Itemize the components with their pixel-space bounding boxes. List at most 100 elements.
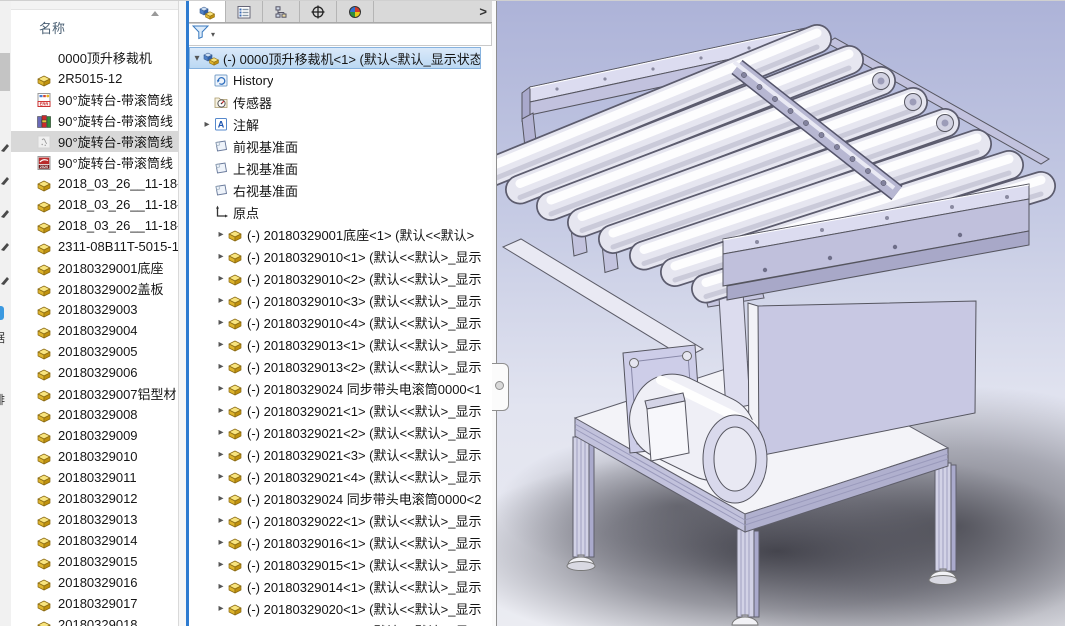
file-row[interactable]: 20180329012 (11, 488, 178, 509)
file-row[interactable]: 20180329008 (11, 404, 178, 425)
file-row[interactable]: 2018_03_26__11-18-07- (11, 173, 178, 194)
tree-row[interactable]: ▸ (-) 20180329001底座<1> (默认<<默认> (189, 223, 481, 245)
tree-row[interactable]: ▸ (-) 20180329020<1> (默认<<默认>_显示 (189, 597, 481, 619)
tree-row[interactable]: ▸ (-) 20180329010<4> (默认<<默认>_显示 (189, 311, 481, 333)
tree-row[interactable]: 上视基准面 (189, 157, 481, 179)
tree-row[interactable]: 原点 (189, 201, 481, 223)
tree-row[interactable]: ▸ (-) 20180329021<4> (默认<<默认>_显示 (189, 465, 481, 487)
part-file-icon (36, 575, 52, 591)
tree-row-label: (-) 20180329013<1> (默认<<默认>_显示 (247, 337, 481, 353)
collapsed-expander-icon[interactable]: ▸ (215, 603, 227, 614)
file-row[interactable]: 20180329014 (11, 530, 178, 551)
file-row[interactable]: 2020 90°旋转台-带滚筒线 (11, 152, 178, 173)
collapsed-expander-icon[interactable]: ▸ (215, 537, 227, 548)
blank-file-icon (36, 50, 52, 66)
file-row[interactable]: 20180329009 (11, 425, 178, 446)
collapsed-expander-icon[interactable]: ▸ (215, 427, 227, 438)
tree-row[interactable]: ▸ A 注解 (189, 113, 481, 135)
file-row[interactable]: 2311-08B11T-5015-12- (11, 236, 178, 257)
featuremanager-tab[interactable] (189, 1, 226, 22)
file-row[interactable]: 2R5015-12 (11, 68, 178, 89)
file-row[interactable]: 20180329003 (11, 299, 178, 320)
collapsed-expander-icon[interactable]: ▸ (215, 581, 227, 592)
tree-row-label: (-) 20180329016<1> (默认<<默认>_显示 (247, 535, 481, 551)
configurationmanager-tab-icon (273, 4, 289, 20)
file-row[interactable]: ERR 90°旋转台-带滚筒线 (11, 89, 178, 110)
tree-row[interactable]: 传感器 (189, 91, 481, 113)
file-row[interactable]: 20180329013 (11, 509, 178, 530)
file-row[interactable]: 0000顶升移裁机 (11, 47, 178, 68)
panel-collapse-handle[interactable] (492, 363, 509, 411)
collapsed-expander-icon[interactable]: ▸ (215, 229, 227, 240)
collapsed-expander-icon[interactable]: ▸ (215, 493, 227, 504)
collapsed-expander-icon[interactable]: ▸ (201, 119, 213, 130)
tree-row[interactable]: ▸ (-) 20180329021<2> (默认<<默认>_显示 (189, 421, 481, 443)
file-list-header[interactable]: 名称 (11, 9, 178, 43)
viewport-3d[interactable] (497, 1, 1065, 626)
tree-row[interactable]: ▸ (-) 20180329024 同步带头电滚筒0000<2 (189, 487, 481, 509)
file-row[interactable]: 20180329007铝型材 (11, 383, 178, 404)
collapsed-expander-icon[interactable]: ▸ (215, 383, 227, 394)
tree-row[interactable]: 右视基准面 (189, 179, 481, 201)
propertymanager-tab[interactable] (226, 1, 263, 22)
tree-row[interactable]: ▸ (-) 20180329013<1> (默认<<默认>_显示 (189, 333, 481, 355)
file-row[interactable]: 20180329015 (11, 551, 178, 572)
file-row[interactable]: 90°旋转台-带滚筒线 (11, 110, 178, 131)
tree-row[interactable]: ▸ (-) 20180329021<3> (默认<<默认>_显示 (189, 443, 481, 465)
tree-row[interactable]: ▸ (-) 20180329010<2> (默认<<默认>_显示 (189, 267, 481, 289)
file-row[interactable]: 20180329010 (11, 446, 178, 467)
file-row[interactable]: 20180329017 (11, 593, 178, 614)
tree-row[interactable]: ▸ (-) 20180329014<1> (默认<<默认>_显示 (189, 575, 481, 597)
file-row[interactable]: 90°旋转台-带滚筒线 (11, 131, 178, 152)
tree-row-label: (-) 20180329022<1> (默认<<默认>_显示 (247, 513, 481, 529)
collapsed-expander-icon[interactable]: ▸ (215, 449, 227, 460)
file-row[interactable]: 20180329001底座 (11, 257, 178, 278)
file-row[interactable]: 20180329016 (11, 572, 178, 593)
tree-row[interactable]: ▸ (-) 20180329021<1> (默认<<默认>_显示 (189, 399, 481, 421)
collapsed-expander-icon[interactable]: ▸ (215, 515, 227, 526)
tree-row[interactable]: ▸ (-) 20180329022<1> (默认<<默认>_显示 (189, 509, 481, 531)
configurationmanager-tab[interactable] (263, 1, 300, 22)
collapsed-expander-icon[interactable]: ▸ (215, 251, 227, 262)
tree-row[interactable]: 前视基准面 (189, 135, 481, 157)
file-row[interactable]: 20180329018 (11, 614, 178, 626)
tree-row[interactable]: ▾ (-) 0000顶升移裁机<1> (默认<默认_显示状态 (189, 47, 481, 69)
file-row[interactable]: 2018_03_26__11-18-07- (11, 215, 178, 236)
displaymanager-tab[interactable] (337, 1, 374, 22)
dimxpertmanager-tab[interactable] (300, 1, 337, 22)
collapsed-expander-icon[interactable]: ▸ (215, 405, 227, 416)
collapsed-expander-icon[interactable]: ▸ (215, 559, 227, 570)
collapsed-expander-icon[interactable]: ▸ (215, 471, 227, 482)
tree-row[interactable]: ▸ (-) 20180329010<3> (默认<<默认>_显示 (189, 289, 481, 311)
file-row[interactable]: 20180329004 (11, 320, 178, 341)
tree-row[interactable]: ▸ (-) 20180329010<1> (默认<<默认>_显示 (189, 245, 481, 267)
tree-row[interactable]: ▸ (-) 20180329020<2> (默认<<默认>_显 (189, 619, 481, 626)
tab-overflow-arrow[interactable]: > (479, 4, 487, 19)
collapsed-expander-icon[interactable]: ▸ (215, 295, 227, 306)
file-row-label: 90°旋转台-带滚筒线 (58, 156, 173, 171)
expanded-expander-icon[interactable]: ▾ (191, 53, 203, 64)
filter-dropdown-icon[interactable]: ▾ (211, 30, 215, 39)
collapsed-expander-icon[interactable]: ▸ (215, 273, 227, 284)
tree-filter-bar[interactable]: ▾ (189, 23, 492, 46)
tree-row-label: (-) 20180329015<1> (默认<<默认>_显示 (247, 557, 481, 573)
tree-row[interactable]: History (189, 69, 481, 91)
file-row[interactable]: 20180329005 (11, 341, 178, 362)
tree-row[interactable]: ▸ (-) 20180329024 同步带头电滚筒0000<1 (189, 377, 481, 399)
collapsed-expander-icon[interactable]: ▸ (215, 361, 227, 372)
file-row[interactable]: 2018_03_26__11-18-07- (11, 194, 178, 215)
pin-icon-fragment (1, 139, 10, 152)
filter-funnel-icon[interactable] (191, 24, 210, 45)
tree-row-label: (-) 20180329001底座<1> (默认<<默认> (247, 227, 475, 243)
file-row[interactable]: 20180329006 (11, 362, 178, 383)
tree-row[interactable]: ▸ (-) 20180329015<1> (默认<<默认>_显示 (189, 553, 481, 575)
tree-row[interactable]: ▸ (-) 20180329013<2> (默认<<默认>_显示 (189, 355, 481, 377)
collapsed-expander-icon[interactable]: ▸ (215, 339, 227, 350)
file-row[interactable]: 20180329011 (11, 467, 178, 488)
tree-row[interactable]: ▸ (-) 20180329016<1> (默认<<默认>_显示 (189, 531, 481, 553)
tree-row-label: 前视基准面 (233, 139, 299, 155)
file-row[interactable]: 20180329002盖板 (11, 278, 178, 299)
file-row-label: 90°旋转台-带滚筒线 (58, 135, 173, 150)
collapsed-expander-icon[interactable]: ▸ (215, 317, 227, 328)
name-column-header[interactable]: 名称 (39, 18, 65, 37)
